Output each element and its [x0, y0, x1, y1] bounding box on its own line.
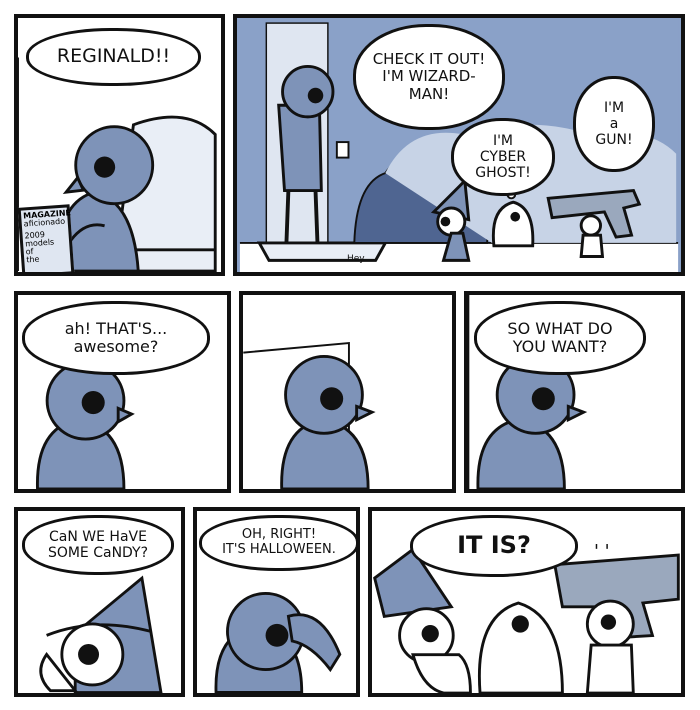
speech-bubble-gun: I'M a GUN!: [573, 76, 655, 172]
speech-bubble-candy: CaN WE HaVE SOME CaNDY?: [22, 515, 174, 575]
panel-4: [239, 291, 456, 493]
magazine-subtitle: aficionado: [23, 216, 66, 229]
panel-5: SO WHAT DO YOU WANT?: [464, 291, 685, 493]
panel-7: OH, RIGHT! IT'S HALLOWEEN.: [193, 507, 360, 697]
panel-1: MAGAZINE aficionado 2009 models of the R…: [14, 14, 225, 276]
speech-bubble-awesome: ah! THAT'S... awesome?: [22, 301, 210, 375]
panel-8: IT IS? ' ': [368, 507, 685, 697]
speech-bubble-halloween: OH, RIGHT! IT'S HALLOWEEN.: [199, 515, 356, 571]
doormat-text: Hey: [347, 254, 365, 264]
panel-2: CHECK IT OUT! I'M WIZARD- MAN! I'M CYBER…: [233, 14, 685, 276]
panel-4-art: [243, 341, 376, 489]
magazine: MAGAZINE aficionado 2009 models of the: [18, 204, 75, 272]
speech-bubble-reginald: REGINALD!!: [26, 28, 201, 86]
panel-6: CaN WE HaVE SOME CaNDY?: [14, 507, 185, 697]
speech-bubble-what-do-you-want: SO WHAT DO YOU WANT?: [474, 301, 646, 375]
speech-bubble-wizard: CHECK IT OUT! I'M WIZARD- MAN!: [353, 24, 505, 130]
surprise-marks: ' ': [594, 541, 610, 562]
magazine-extra-3: the: [25, 254, 40, 265]
panel-3: ah! THAT'S... awesome?: [14, 291, 231, 493]
speech-bubble-ghost: I'M CYBER GHOST!: [451, 118, 555, 196]
speech-bubble-it-is: IT IS?: [410, 515, 578, 577]
